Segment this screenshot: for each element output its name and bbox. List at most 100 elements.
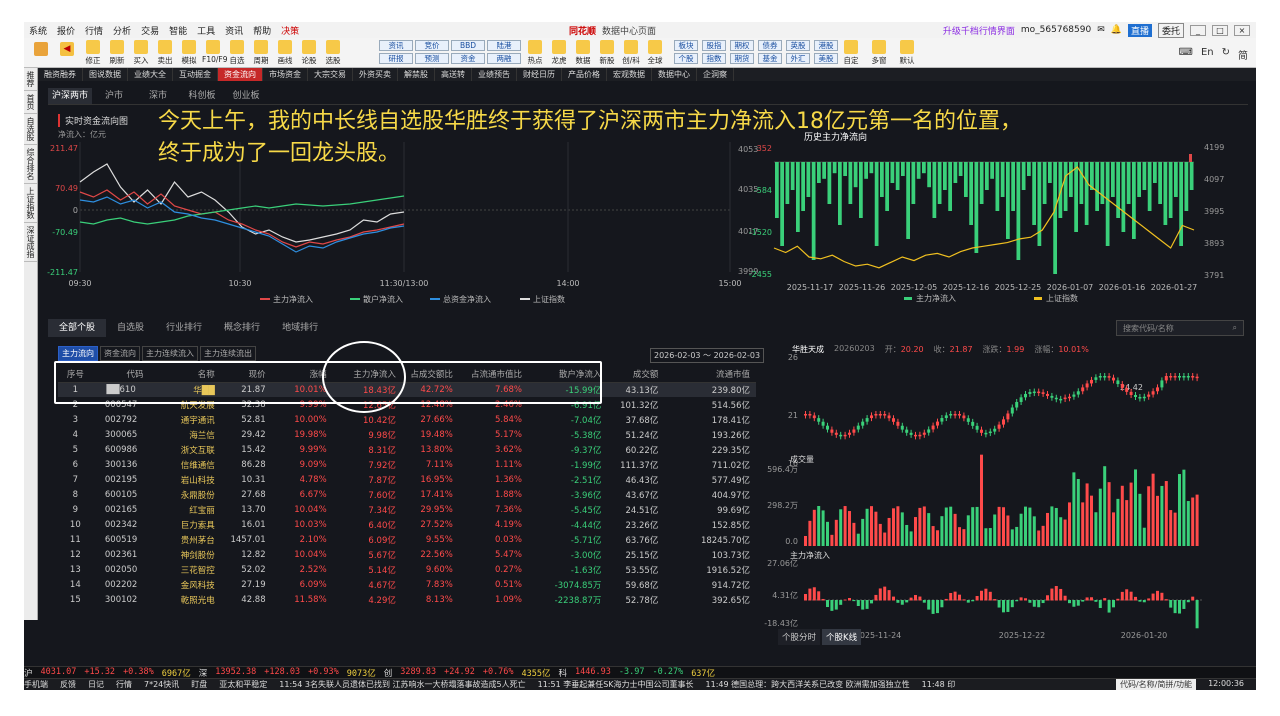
table-row[interactable]: 5 600986 浙文互联 15.42 9.99% 8.31亿 13.80% 3.62% -9.… xyxy=(58,442,756,457)
news-item[interactable]: 11:51 李垂起兼任SK海力士中国公司董事长 xyxy=(538,679,694,690)
menu-item-1[interactable]: 报价 xyxy=(52,24,80,37)
sidebar-item-0[interactable]: 推荐 xyxy=(24,68,37,91)
table-row[interactable]: 12 002361 神剑股份 12.82 10.04% 5.67亿 22.56% 5.47% -… xyxy=(58,547,756,562)
nav-tab-14[interactable]: 数据中心 xyxy=(652,68,697,81)
maximize-icon[interactable]: □ xyxy=(1212,24,1228,36)
quick-btn-bot-2[interactable]: 资金 xyxy=(451,53,485,64)
nav-tab-15[interactable]: 企洞察 xyxy=(697,68,734,81)
toolbar-tool2-5[interactable]: 全球 xyxy=(644,40,666,66)
sidebar-item-5[interactable]: 深证成指 xyxy=(24,223,37,262)
sidebar-item-4[interactable]: 上证指数 xyxy=(24,184,37,223)
mail-icon[interactable]: ✉ xyxy=(1097,25,1105,35)
search-input[interactable]: 搜索代码/名称 ⌕ xyxy=(1116,320,1244,336)
quick-btn-top-1[interactable]: 竞价 xyxy=(415,40,449,51)
market-btn-top-4[interactable]: 英股 xyxy=(786,40,810,51)
subtab-1[interactable]: 自选股 xyxy=(106,319,155,337)
market-tab-4[interactable]: 创业板 xyxy=(224,88,268,104)
nav-tab-13[interactable]: 宏观数据 xyxy=(607,68,652,81)
toolbar-tool2-1[interactable]: 龙虎 xyxy=(548,40,570,66)
toolbar-tool-7[interactable]: 周期 xyxy=(250,40,272,66)
table-row[interactable]: 11 600519 贵州茅台 1457.01 2.10% 6.09亿 9.55% 0.03% -… xyxy=(58,532,756,547)
toolbar-tool-3[interactable]: 卖出 xyxy=(154,40,176,66)
back-icon[interactable]: ◀ xyxy=(56,42,78,57)
nav-tab-2[interactable]: 业绩大全 xyxy=(128,68,173,81)
news-item[interactable]: 11:49 德国总理：跨大西洋关系已改变 欧洲需加强独立性 xyxy=(706,679,910,690)
toolbar-tool3-2[interactable]: 默认 xyxy=(896,40,918,66)
table-row[interactable]: 6 300136 信维通信 86.28 9.09% 7.92亿 7.11% 1.11% -1.9… xyxy=(58,457,756,472)
toolbar-tool-8[interactable]: 画线 xyxy=(274,40,296,66)
market-btn-top-5[interactable]: 港股 xyxy=(814,40,838,51)
menu-item-5[interactable]: 智能 xyxy=(164,24,192,37)
command-input[interactable]: 代码/名称/简拼/功能 xyxy=(1115,679,1197,690)
sidebar-item-3[interactable]: 综合排名 xyxy=(24,145,37,184)
menu-item-4[interactable]: 交易 xyxy=(136,24,164,37)
nav-tab-10[interactable]: 业绩预告 xyxy=(472,68,517,81)
nav-tab-4[interactable]: 资金流向 xyxy=(218,68,263,81)
news-item[interactable]: 盯盘 xyxy=(191,679,207,690)
market-tab-1[interactable]: 沪市 xyxy=(92,88,136,104)
toolbar-tool-5[interactable]: F10/F9 xyxy=(202,40,227,64)
news-item[interactable]: 11:54 3名失联人员遗体已找到 江苏响水一大桥塌落事故造成5人死亡 xyxy=(279,679,525,690)
news-item[interactable]: 日记 xyxy=(88,679,104,690)
table-row[interactable]: 13 002050 三花智控 52.02 2.52% 5.14亿 9.60% 0.27% -1.… xyxy=(58,562,756,577)
flow-tab-2[interactable]: 主力连续流入 xyxy=(142,346,198,361)
table-row[interactable]: 15 300102 乾照光电 42.88 11.58% 4.29亿 8.13% 1.09% -2… xyxy=(58,592,756,607)
market-btn-top-3[interactable]: 债券 xyxy=(758,40,782,51)
menu-item-0[interactable]: 系统 xyxy=(24,24,52,37)
menu-item-7[interactable]: 资讯 xyxy=(220,24,248,37)
sidebar-item-1[interactable]: 首页 xyxy=(24,91,37,114)
toolbar-tool-0[interactable]: 修正 xyxy=(82,40,104,66)
market-tab-0[interactable]: 沪深两市 xyxy=(48,88,92,104)
news-item[interactable]: 11:48 印 xyxy=(922,679,956,690)
delegate-button[interactable]: 委托 xyxy=(1157,22,1184,38)
market-tab-3[interactable]: 科创板 xyxy=(180,88,224,104)
toolbar-tool2-4[interactable]: 创/科 xyxy=(620,40,642,66)
toolbar-tool2-2[interactable]: 数据 xyxy=(572,40,594,66)
nav-tab-3[interactable]: 互动掘金 xyxy=(173,68,218,81)
quick-btn-top-3[interactable]: 陆港 xyxy=(487,40,521,51)
table-row[interactable]: 7 002195 岩山科技 10.31 4.78% 7.87亿 16.95% 1.36% -2.… xyxy=(58,472,756,487)
table-row[interactable]: 10 002342 巨力索具 16.01 10.03% 6.40亿 27.52% 4.19% -… xyxy=(58,517,756,532)
menu-item-3[interactable]: 分析 xyxy=(108,24,136,37)
market-tab-2[interactable]: 深市 xyxy=(136,88,180,104)
intraday-button[interactable]: 个股分时 xyxy=(778,629,821,645)
flow-tab-1[interactable]: 资金流向 xyxy=(100,346,140,361)
toolbar-tool-9[interactable]: 论股 xyxy=(298,40,320,66)
market-btn-bot-2[interactable]: 期货 xyxy=(730,53,754,64)
table-row[interactable]: 8 600105 永鼎股份 27.68 6.67% 7.60亿 17.41% 1.88% -3.… xyxy=(58,487,756,502)
user-name[interactable]: mo_565768590 xyxy=(1021,25,1091,35)
live-button[interactable]: 直播 xyxy=(1127,23,1152,37)
col-header[interactable]: 成交额 xyxy=(607,366,665,383)
subtab-0[interactable]: 全部个股 xyxy=(48,319,107,337)
grid-icon[interactable] xyxy=(30,42,52,57)
news-item[interactable]: 反馈 xyxy=(60,679,76,690)
market-btn-bot-4[interactable]: 外汇 xyxy=(786,53,810,64)
market-btn-top-0[interactable]: 板块 xyxy=(674,40,698,51)
market-btn-bot-5[interactable]: 美股 xyxy=(814,53,838,64)
toolbar-tool-4[interactable]: 模拟 xyxy=(178,40,200,66)
table-row[interactable]: 4 300065 海兰信 29.42 19.98% 9.98亿 19.48% 5.17% -5.… xyxy=(58,427,756,442)
table-row[interactable]: 14 002202 金风科技 27.19 6.09% 4.67亿 7.83% 0.51% -30… xyxy=(58,577,756,592)
date-range-picker[interactable]: 2026-02-03 ～ 2026-02-03 xyxy=(650,348,765,363)
table-row[interactable]: 3 002792 通宇通讯 52.81 10.00% 10.42亿 27.66% 5.84% -… xyxy=(58,412,756,427)
toolbar-tool2-3[interactable]: 新股 xyxy=(596,40,618,66)
flow-tab-3[interactable]: 主力连续流出 xyxy=(200,346,256,361)
nav-tab-0[interactable]: 融资融券 xyxy=(38,68,83,81)
nav-tab-5[interactable]: 市场资金 xyxy=(263,68,308,81)
sidebar-item-2[interactable]: 自选股 xyxy=(24,114,37,145)
market-btn-top-2[interactable]: 期权 xyxy=(730,40,754,51)
bell-icon[interactable]: 🔔 xyxy=(1111,25,1122,35)
news-item[interactable]: 行情 xyxy=(116,679,132,690)
upgrade-link[interactable]: 升级千档行情界面 xyxy=(943,24,1015,37)
quick-btn-top-0[interactable]: 资讯 xyxy=(379,40,413,51)
table-row[interactable]: 9 002165 红宝丽 13.70 10.04% 7.34亿 29.95% 7.36% -5.… xyxy=(58,502,756,517)
nav-tab-7[interactable]: 外资买卖 xyxy=(353,68,398,81)
quick-btn-bot-0[interactable]: 研报 xyxy=(379,53,413,64)
lang-simplified[interactable]: 简 xyxy=(1238,47,1248,62)
toolbar-tool-2[interactable]: 买入 xyxy=(130,40,152,66)
toolbar-tool3-1[interactable]: 多窗 xyxy=(868,40,890,66)
toolbar-tool-1[interactable]: 刷新 xyxy=(106,40,128,66)
news-item[interactable]: 亚太和平稳定 xyxy=(219,679,267,690)
news-item[interactable]: 7*24快讯 xyxy=(144,679,179,690)
subtab-2[interactable]: 行业排行 xyxy=(155,319,213,337)
